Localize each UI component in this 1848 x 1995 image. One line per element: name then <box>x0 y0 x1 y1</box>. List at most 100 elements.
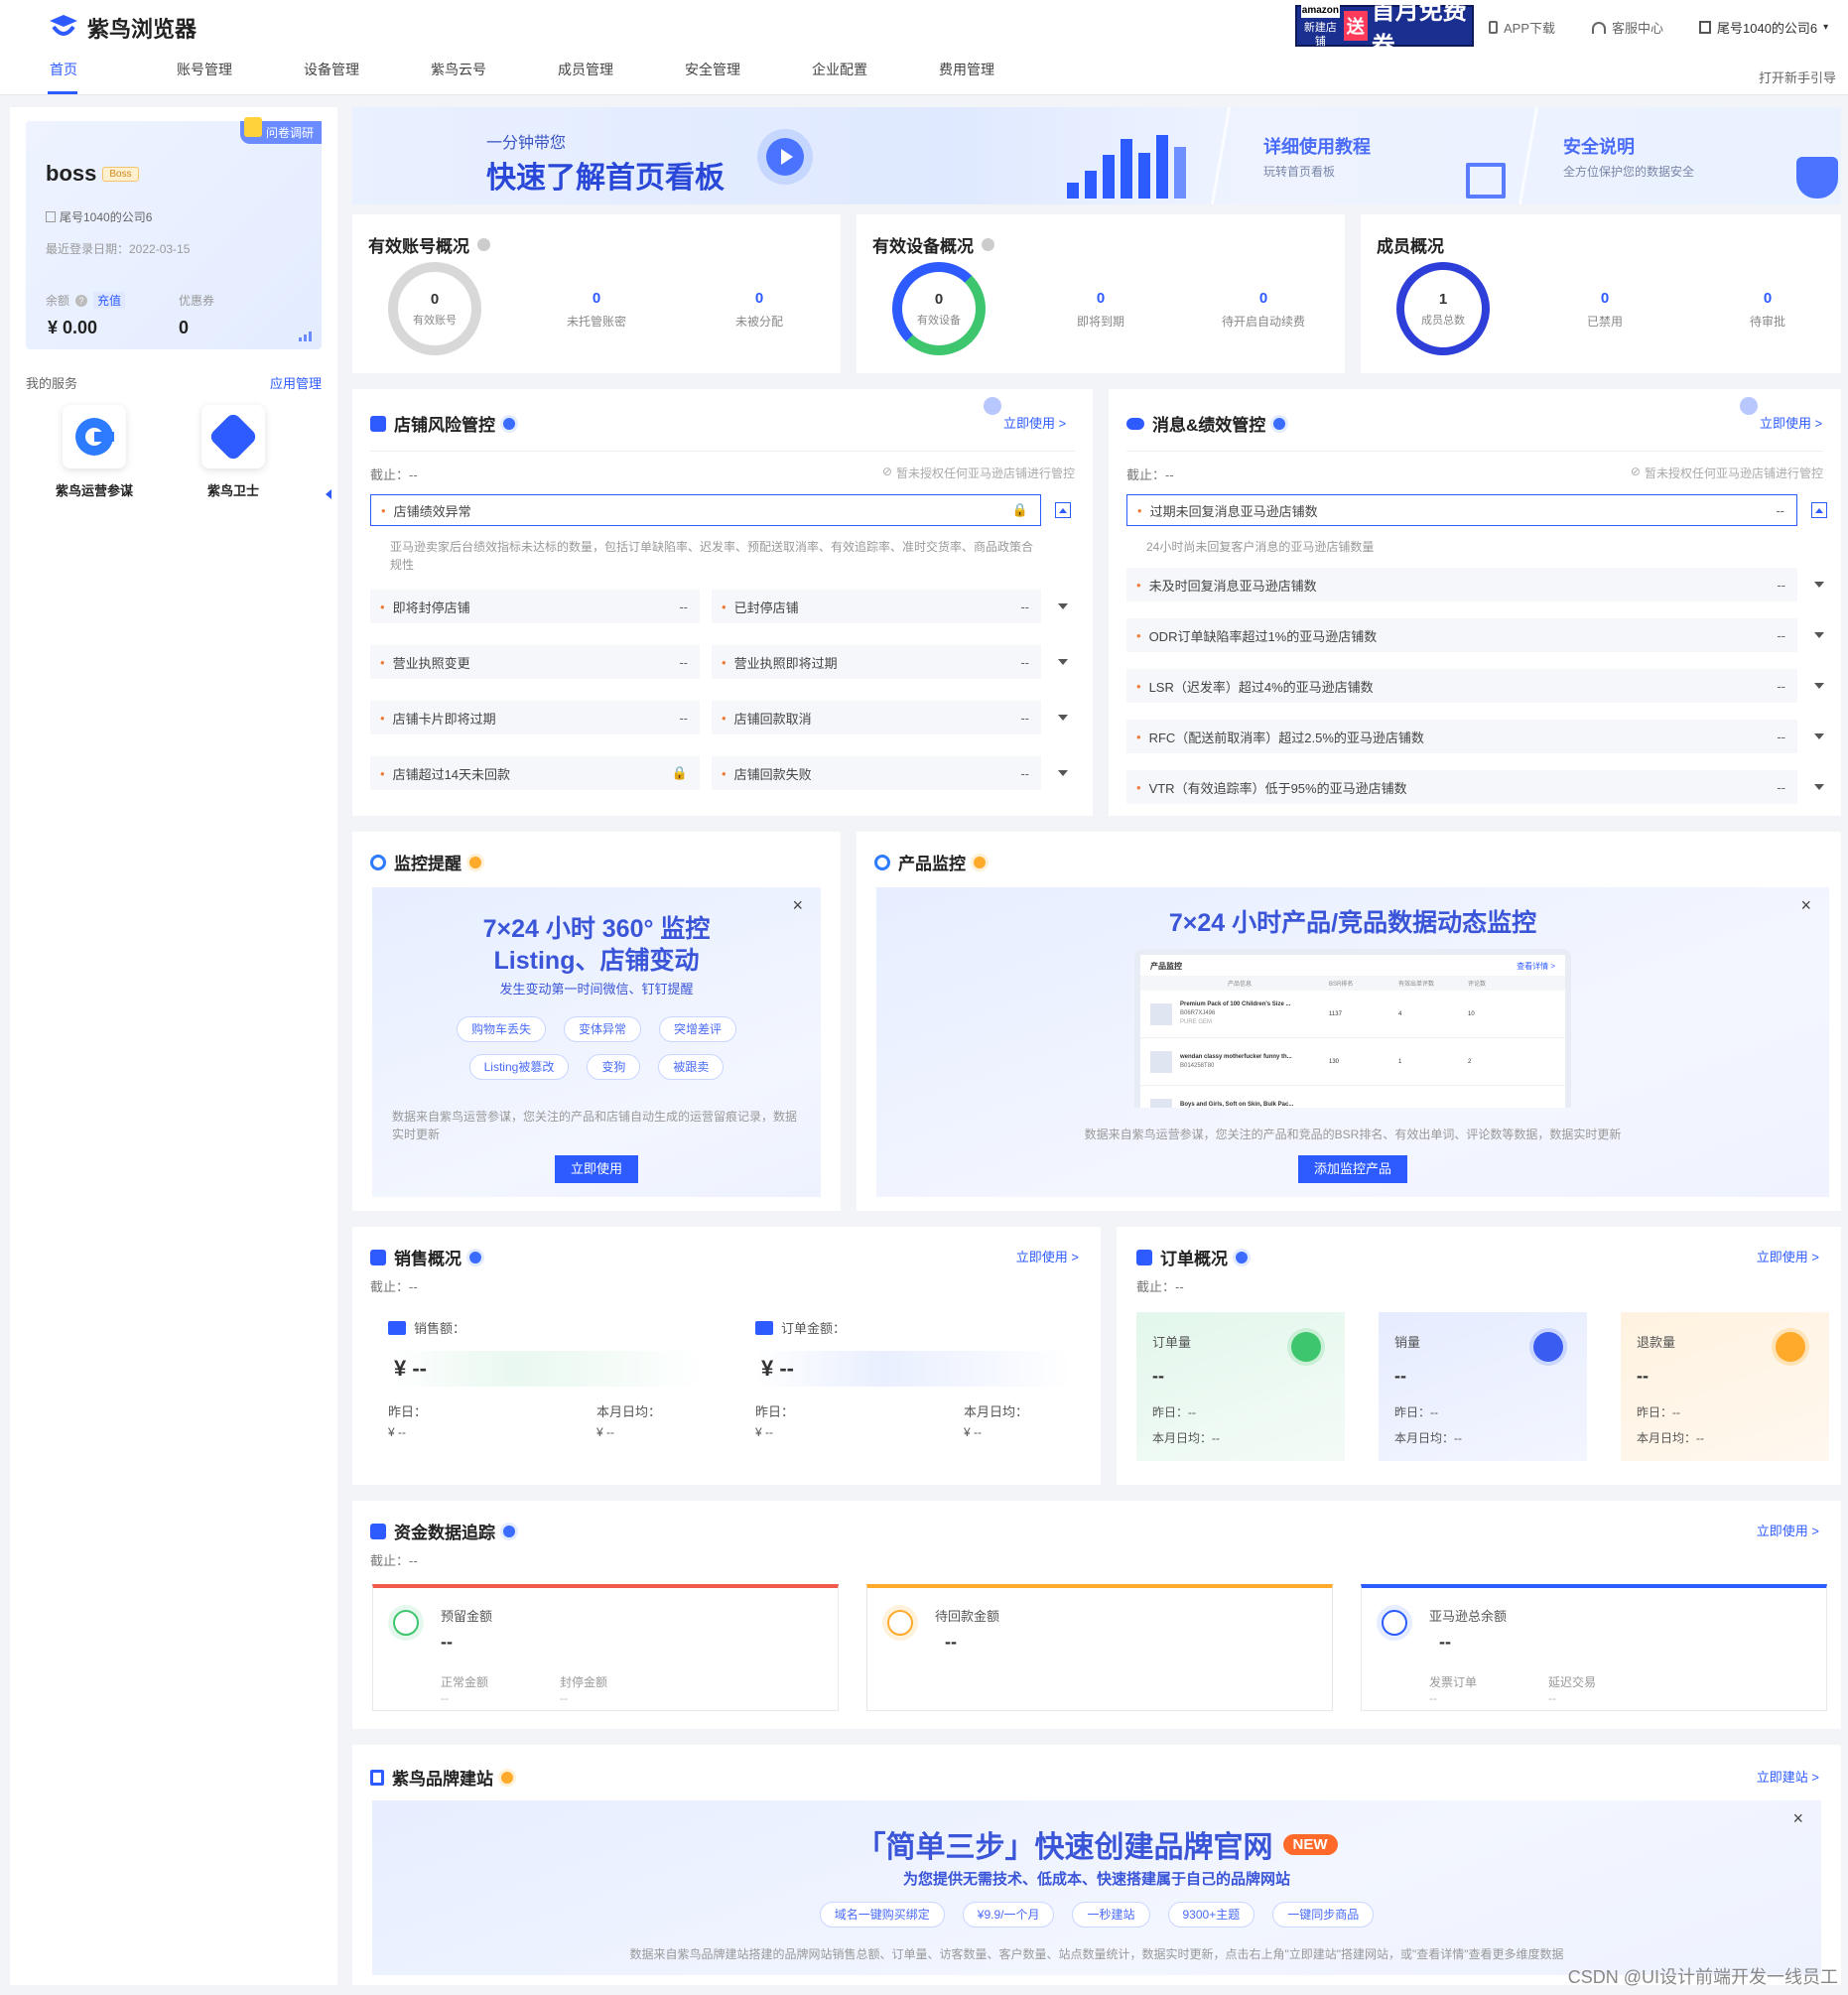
expand-caret-icon[interactable] <box>1814 632 1824 638</box>
tag-sync: 一键同步商品 <box>1272 1902 1375 1928</box>
product-monitor-card: 产品监控 × 7×24 小时产品/竞品数据动态监控 产品监控 查看详情 > 产品信… <box>857 832 1841 1211</box>
app-download[interactable]: APP下载 <box>1489 18 1555 37</box>
nav-accounts[interactable]: 账号管理 <box>177 60 304 79</box>
risk-row[interactable]: • 店铺回款失败 -- <box>712 756 1041 790</box>
nav-enterprise[interactable]: 企业配置 <box>812 60 939 79</box>
survey-badge[interactable]: 问卷调研 <box>239 117 322 144</box>
nav-devices[interactable]: 设备管理 <box>304 60 431 79</box>
receipt-icon <box>755 1320 773 1335</box>
risk-row[interactable]: • 即将封停店铺 -- <box>370 590 700 623</box>
message-use-link[interactable]: 立即使用 > <box>1760 413 1822 432</box>
stat-autorenew[interactable]: 0 待开启自动续费 <box>1204 290 1323 330</box>
product-thumb <box>1150 1050 1172 1073</box>
message-main-row[interactable]: • 过期未回复消息亚马逊店铺数 -- <box>1126 494 1797 526</box>
sales-qty-card[interactable]: 销量 -- 昨日：-- 本月日均：-- <box>1379 1312 1587 1461</box>
expand-caret-icon[interactable] <box>1814 784 1824 790</box>
service-ops-advisor[interactable]: 紫鸟运营参谋 <box>50 405 139 499</box>
expand-caret-icon[interactable] <box>1058 770 1068 776</box>
monitor-h2: Listing、店铺变动 <box>493 947 700 975</box>
risk-row[interactable]: • 营业执照即将过期 -- <box>712 645 1041 679</box>
orders-deadline: 截止：-- <box>1136 1279 1184 1294</box>
tutorial-title[interactable]: 详细使用教程 <box>1263 133 1371 159</box>
nav-security[interactable]: 安全管理 <box>685 60 812 79</box>
service-guard[interactable]: 紫鸟卫士 <box>189 405 278 499</box>
cloud-icon <box>1126 417 1144 430</box>
expand-caret-icon[interactable] <box>1058 603 1068 609</box>
ban-icon: ⊘ <box>1630 465 1641 478</box>
refund-qty-card[interactable]: 退款量 -- 昨日：-- 本月日均：-- <box>1621 1312 1829 1461</box>
collapse-toggle[interactable] <box>1811 502 1827 518</box>
brand-build-link[interactable]: 立即建站 > <box>1757 1767 1819 1786</box>
help-icon[interactable] <box>982 238 994 251</box>
play-button[interactable] <box>757 129 813 185</box>
order-avg-label: 本月日均： <box>964 1404 1029 1419</box>
sales-use-link[interactable]: 立即使用 > <box>1016 1247 1079 1265</box>
message-row[interactable]: • RFC（配送前取消率）超过2.5%的亚马逊店铺数 -- <box>1126 720 1797 753</box>
nav-billing[interactable]: 费用管理 <box>939 60 1066 79</box>
recharge-link[interactable]: 充值 <box>93 292 126 309</box>
expand-caret-icon[interactable] <box>1058 659 1068 665</box>
promo-ad[interactable]: amazon 新建店铺 送 首月免费券 <box>1295 0 1474 60</box>
sales-card: 销售概况 立即使用 > 截止：-- 销售额： ¥ -- 昨日： ¥ -- 本月日… <box>352 1227 1101 1485</box>
nav-home[interactable]: 首页 <box>50 60 177 79</box>
risk-main-row[interactable]: • 店铺绩效异常 🔒 <box>370 494 1041 526</box>
stat-pending[interactable]: 0 待审批 <box>1708 290 1827 330</box>
risk-notice: ⊘ 暂未授权任何亚马逊店铺进行管控 <box>881 465 1075 480</box>
stat-expiring[interactable]: 0 即将到期 <box>1041 290 1160 330</box>
order-qty-card[interactable]: 订单量 -- 昨日：-- 本月日均：-- <box>1136 1312 1345 1461</box>
help-icon[interactable] <box>477 238 490 251</box>
yen-icon <box>1776 1332 1805 1362</box>
expand-caret-icon[interactable] <box>1814 582 1824 588</box>
collapse-arrow-icon[interactable] <box>326 489 331 499</box>
role-badge: Boss <box>102 166 139 182</box>
risk-control-card: 店铺风险管控 立即使用 > 截止：-- ⊘ 暂未授权任何亚马逊店铺进行管控 • 店铺… <box>352 389 1093 816</box>
funds-deadline: 截止：-- <box>370 1553 418 1568</box>
orders-use-link[interactable]: 立即使用 > <box>1757 1247 1819 1265</box>
risk-divider <box>370 451 1075 452</box>
product-thumb <box>1150 1098 1172 1108</box>
risk-row[interactable]: • 店铺超过14天未回款 🔒 <box>370 756 700 790</box>
expand-caret-icon[interactable] <box>1058 715 1068 721</box>
last-login: 最近登录日期：2022-03-15 <box>46 242 191 256</box>
monitor-use-button[interactable]: 立即使用 <box>554 1155 638 1183</box>
brand-site-card: 紫鸟品牌建站 立即建站 > × 「简单三步」快速创建品牌官网 NEW 为您提供无… <box>352 1745 1841 1985</box>
expand-caret-icon[interactable] <box>1814 683 1824 689</box>
add-product-button[interactable]: 添加监控产品 <box>1297 1155 1407 1183</box>
banner-headline: 快速了解首页看板 <box>486 162 725 195</box>
stat-unassigned[interactable]: 0 未被分配 <box>700 290 819 330</box>
accounts-ring: 0 有效账号 <box>388 262 481 355</box>
message-row[interactable]: • VTR（有效追踪率）低于95%的亚马逊店铺数 -- <box>1126 770 1797 804</box>
customer-service[interactable]: 客服中心 <box>1592 18 1663 37</box>
nav-members[interactable]: 成员管理 <box>558 60 685 79</box>
message-row[interactable]: • ODR订单缺陷率超过1%的亚马逊店铺数 -- <box>1126 618 1797 652</box>
open-guide-link[interactable]: 打开新手引导 <box>1759 67 1836 86</box>
info-dot-icon <box>469 1251 481 1264</box>
pending-payment-card[interactable]: 待回款金额 -- <box>866 1584 1333 1711</box>
wallet-icon <box>388 1320 406 1335</box>
collapse-toggle[interactable] <box>1055 502 1071 518</box>
nav-cloud[interactable]: 紫鸟云号 <box>431 60 558 79</box>
coupon-value: 0 <box>179 318 190 337</box>
app-manage-link[interactable]: 应用管理 <box>270 373 322 392</box>
banner-small-text: 一分钟带您 <box>486 135 567 152</box>
company-switcher[interactable]: 尾号1040的公司6 ▾ <box>1699 18 1828 37</box>
expand-caret-icon[interactable] <box>1814 733 1824 739</box>
message-row[interactable]: • LSR（迟发率）超过4%的亚马逊店铺数 -- <box>1126 669 1797 703</box>
tag-variant: 变体异常 <box>563 1016 641 1042</box>
product-thumb <box>1150 1002 1172 1025</box>
amazon-balance-card[interactable]: 亚马逊总余额 -- 发票订单 -- 延迟交易 -- <box>1361 1584 1827 1711</box>
risk-row[interactable]: • 店铺卡片即将过期 -- <box>370 701 700 734</box>
stat-unmanaged[interactable]: 0 未托管账密 <box>537 290 656 330</box>
reserved-amount-card[interactable]: 预留金额 -- 正常金额 -- 封停金额 -- <box>372 1584 839 1711</box>
stat-disabled[interactable]: 0 已禁用 <box>1545 290 1664 330</box>
monitor-card: 监控提醒 × 7×24 小时 360° 监控 Listing、店铺变动 发生变动… <box>352 832 841 1211</box>
risk-use-link[interactable]: 立即使用 > <box>1003 413 1066 432</box>
risk-row[interactable]: • 营业执照变更 -- <box>370 645 700 679</box>
message-row[interactable]: • 未及时回复消息亚马逊店铺数 -- <box>1126 568 1797 601</box>
funds-use-link[interactable]: 立即使用 > <box>1757 1521 1819 1539</box>
profile-card: 问卷调研 boss Boss 尾号1040的公司6 最近登录日期：2022-03… <box>26 117 322 349</box>
risk-row[interactable]: • 已封停店铺 -- <box>712 590 1041 623</box>
risk-row[interactable]: • 店铺回款取消 -- <box>712 701 1041 734</box>
security-title[interactable]: 安全说明 <box>1563 133 1635 159</box>
app-logo[interactable]: 紫鸟浏览器 <box>48 12 197 44</box>
